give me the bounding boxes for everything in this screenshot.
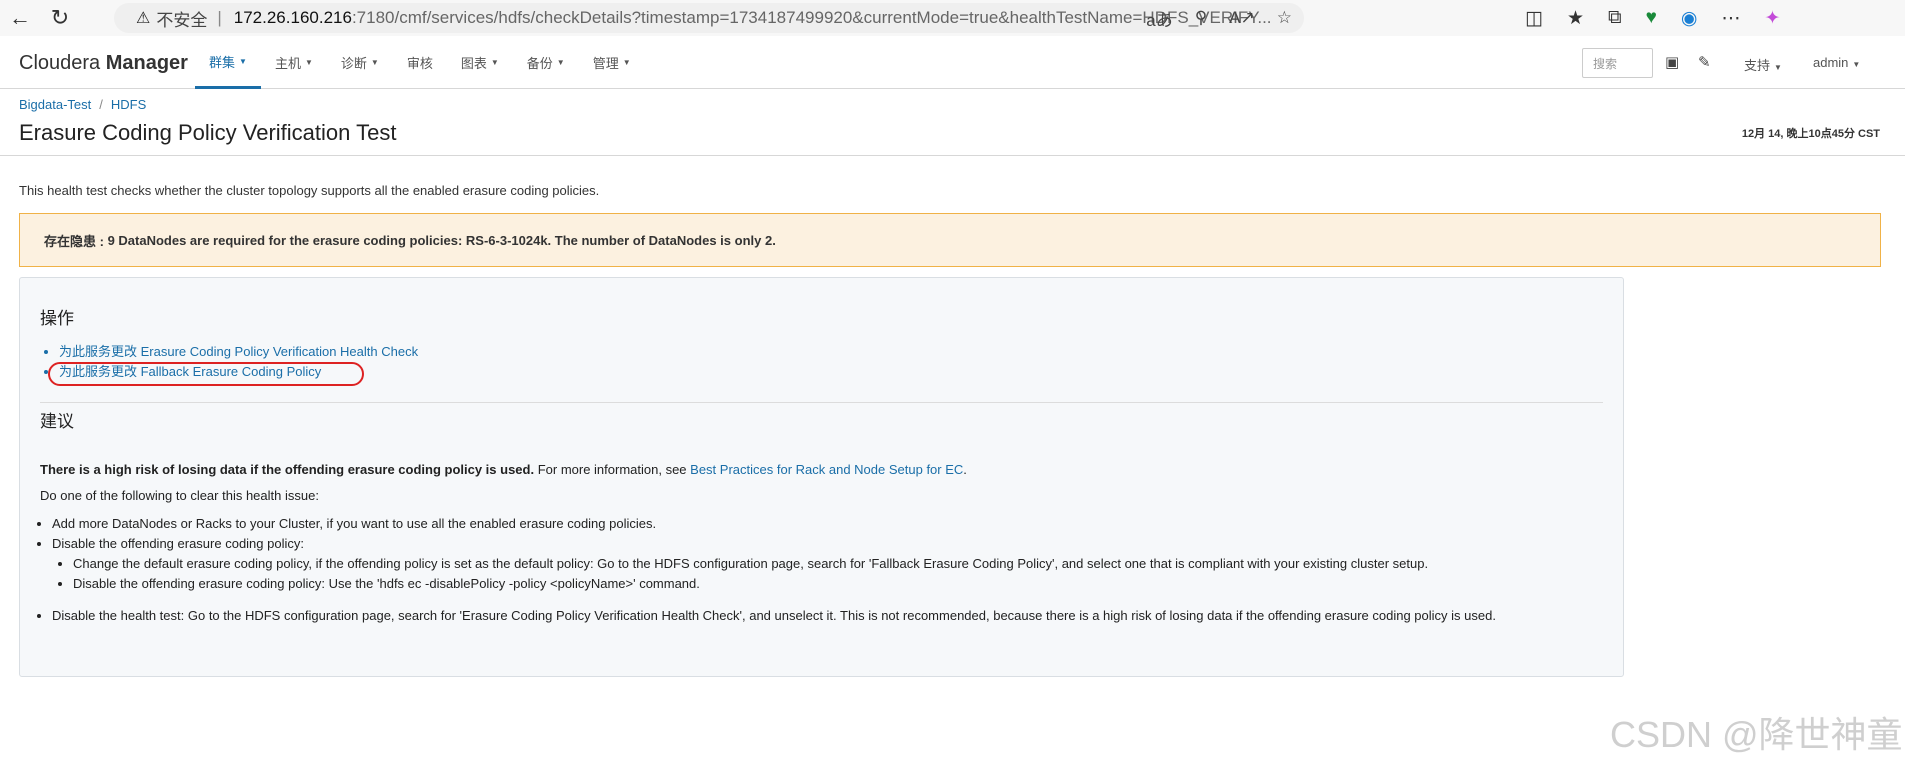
recommendations-heading: 建议 [40, 412, 74, 431]
breadcrumb-cluster[interactable]: Bigdata-Test [19, 97, 91, 112]
user-menu[interactable]: admin ▼ [1813, 55, 1860, 70]
browser-toolbar: ← ↻ ⚠ 不安全 | 172.26.160.216 :7180/cmf/ser… [0, 0, 1905, 36]
nav-audits[interactable]: 审核 [393, 36, 447, 89]
read-aloud-icon[interactable]: aあ [1146, 6, 1172, 31]
health-icon[interactable]: ♥ [1646, 7, 1657, 29]
alert-prefix: 存在隐患 : [44, 233, 108, 249]
copilot-icon[interactable]: ✦ [1764, 7, 1780, 30]
do-one-text: Do one of the following to clear this he… [40, 488, 319, 503]
nav-diagnostics[interactable]: 诊断 ▼ [327, 36, 393, 89]
search-input[interactable]: 搜索 [1582, 48, 1653, 78]
nav-label: 群集 [209, 54, 236, 70]
page-timestamp: 12月 14, 晚上10点45分 CST [1741, 128, 1880, 140]
edge-icon[interactable]: ◉ [1681, 7, 1698, 30]
split-screen-icon[interactable]: ◫ [1525, 7, 1543, 30]
caret-down-icon: ▼ [304, 58, 313, 67]
breadcrumb-service[interactable]: HDFS [111, 97, 146, 112]
nav-backup[interactable]: 备份 ▼ [513, 36, 579, 89]
caret-down-icon: ▼ [490, 58, 499, 67]
nav-clusters[interactable]: 群集 ▼ [195, 36, 261, 89]
cloudera-logo[interactable]: Cloudera Manager [19, 52, 188, 75]
back-icon[interactable]: ← [0, 0, 40, 36]
best-practices-link[interactable]: Best Practices for Rack and Node Setup f… [690, 462, 963, 477]
caret-down-icon: ▼ [239, 56, 247, 66]
top-navigation: 群集 ▼ 主机 ▼ 诊断 ▼ 审核 图表 ▼ 备份 ▼ 管理 ▼ [195, 36, 645, 89]
nav-label: 备份 [526, 56, 553, 71]
warning-icon: ⚠ [136, 10, 151, 27]
url-path: :7180/cmf/services/hdfs/checkDetails?tim… [351, 8, 1272, 27]
risk-more: For more information, see [534, 462, 691, 477]
breadcrumb: Bigdata-Test / HDFS [19, 97, 146, 112]
watermark: CSDN @降世神童 [1610, 714, 1903, 755]
page-title: Erasure Coding Policy Verification Test [19, 120, 397, 145]
list-item: Disable the offending erasure coding pol… [52, 534, 1612, 594]
logo-text-light: Cloudera [19, 52, 106, 74]
refresh-icon[interactable]: ↻ [40, 0, 80, 36]
support-label: 支持 [1744, 58, 1771, 73]
list-item: 为此服务更改 Erasure Coding Policy Verificatio… [59, 342, 418, 362]
nav-administration[interactable]: 管理 ▼ [579, 36, 645, 89]
tasks-icon[interactable]: ✎ [1698, 53, 1711, 71]
actions-heading: 操作 [40, 309, 74, 328]
highlight-annotation [48, 362, 364, 386]
details-panel: 操作 为此服务更改 Erasure Coding Policy Verifica… [19, 277, 1624, 677]
caret-down-icon: ▼ [622, 58, 631, 67]
health-alert: 存在隐患 : 9 DataNodes are required for the … [19, 213, 1881, 267]
sub-list: Change the default erasure coding policy… [52, 554, 1612, 594]
browser-extensions: ◫ ★ ⧉ ♥ ◉ ⋯ ✦ [1525, 0, 1780, 36]
address-separator: | [217, 8, 222, 27]
gift-icon[interactable]: ▣ [1665, 53, 1679, 71]
risk-end: . [963, 462, 967, 477]
caret-down-icon: ▼ [370, 58, 379, 67]
list-item-text: Disable the offending erasure coding pol… [52, 536, 304, 551]
more-icon[interactable]: ⋯ [1721, 7, 1740, 30]
caret-down-icon: ▼ [1774, 63, 1782, 72]
title-divider [0, 155, 1905, 156]
risk-statement: There is a high risk of losing data if t… [40, 462, 967, 477]
favorite-star-icon[interactable]: ☆ [1277, 8, 1292, 28]
list-item: Change the default erasure coding policy… [73, 554, 1612, 574]
caret-down-icon: ▼ [1852, 60, 1861, 69]
nav-label: 审核 [406, 56, 433, 71]
change-health-check-link[interactable]: 为此服务更改 Erasure Coding Policy Verificatio… [59, 344, 418, 359]
nav-hosts[interactable]: 主机 ▼ [261, 36, 327, 89]
url-host: 172.26.160.216 [233, 8, 352, 27]
section-divider [40, 402, 1603, 403]
favorites-icon[interactable]: ★ [1567, 7, 1584, 30]
list-item: Add more DataNodes or Racks to your Clus… [52, 514, 1612, 534]
recommendation-list: Add more DataNodes or Racks to your Clus… [52, 514, 1612, 626]
nav-label: 主机 [274, 56, 301, 71]
support-menu[interactable]: 支持 ▼ [1744, 55, 1782, 74]
risk-bold: There is a high risk of losing data if t… [40, 462, 535, 477]
list-item: Disable the health test: Go to the HDFS … [52, 606, 1612, 626]
nav-label: 诊断 [340, 56, 367, 71]
nav-charts[interactable]: 图表 ▼ [447, 36, 513, 89]
insecure-label: 不安全 [156, 10, 208, 30]
logo-text-bold: Manager [105, 52, 188, 74]
nav-label: 管理 [592, 56, 619, 71]
address-bar-actions: aあ ⚲ A↗ ☆ [1146, 3, 1304, 33]
breadcrumb-divider: / [99, 97, 103, 112]
address-bar[interactable]: ⚠ 不安全 | 172.26.160.216 :7180/cmf/service… [114, 3, 1304, 33]
list-item: Disable the offending erasure coding pol… [73, 574, 1612, 594]
zoom-icon[interactable]: ⚲ [1195, 8, 1207, 28]
caret-down-icon: ▼ [556, 58, 565, 67]
test-description: This health test checks whether the clus… [19, 183, 600, 198]
app-header: Cloudera Manager 群集 ▼ 主机 ▼ 诊断 ▼ 审核 图表 ▼ 备份 ▼ … [0, 36, 1905, 89]
font-icon[interactable]: A↗ [1229, 8, 1255, 28]
collections-icon[interactable]: ⧉ [1608, 7, 1622, 29]
user-label: admin [1813, 55, 1849, 70]
alert-message: 9 DataNodes are required for the erasure… [107, 232, 776, 248]
nav-label: 图表 [460, 56, 487, 71]
